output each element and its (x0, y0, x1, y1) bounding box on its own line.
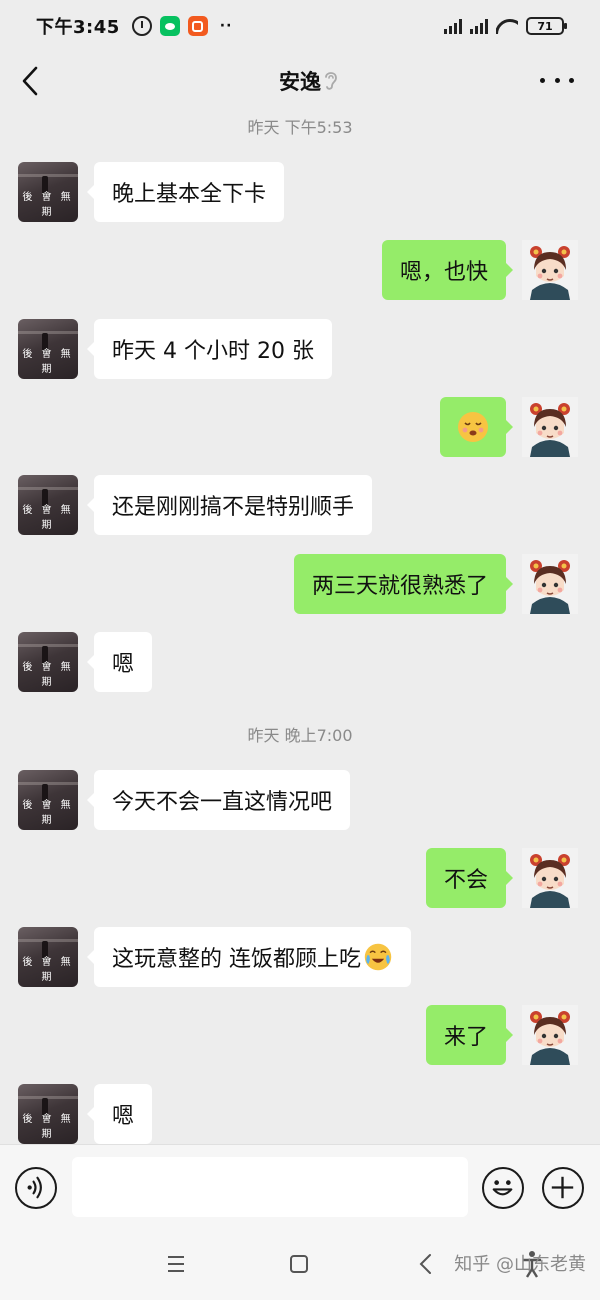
message-row-sent (0, 397, 600, 459)
message-text: 不会 (443, 868, 488, 893)
contact-avatar[interactable]: 後 會 無 期 (18, 162, 78, 222)
contact-avatar[interactable]: 後 會 無 期 (18, 475, 78, 535)
avatar-horizon (18, 487, 78, 490)
message-row-received: 後 會 無 期 嗯 (0, 632, 600, 694)
dot-icon (554, 77, 560, 83)
message-text: 嗯，也快 (399, 260, 488, 285)
user-avatar[interactable] (522, 397, 578, 457)
timestamp: 昨天 下午5:53 (247, 118, 353, 137)
user-avatar[interactable] (522, 848, 578, 908)
message-row-sent: 两三天就很熟悉了 (0, 554, 600, 616)
avatar-caption: 後 會 無 期 (22, 349, 74, 375)
chat-title: 安逸 (279, 70, 321, 94)
user-avatar[interactable] (522, 1005, 578, 1065)
avatar-caption: 後 會 無 期 (22, 1114, 74, 1140)
message-row-received: 後 會 無 期 这玩意整的 连饭都顾上吃 (0, 927, 600, 989)
earpiece-mode-icon (325, 72, 337, 90)
user-avatar[interactable] (522, 554, 578, 614)
message-bubble-received[interactable]: 还是刚刚搞不是特别顺手 (86, 475, 373, 535)
watermark-text: 知乎 @山东老黄 (454, 1254, 586, 1275)
message-text: 昨天 4 个小时 20 张 (112, 339, 314, 364)
avatar-caption: 後 會 無 期 (22, 192, 74, 218)
message-bubble-sent[interactable] (440, 397, 513, 457)
message-text: 嗯 (112, 1104, 135, 1129)
dot-icon (569, 77, 574, 83)
message-text: 今天不会一直这情况吧 (112, 790, 333, 815)
app-notification-icon (187, 16, 208, 36)
contact-avatar[interactable]: 後 會 無 期 (18, 927, 78, 987)
message-text: 还是刚刚搞不是特别顺手 (112, 495, 355, 520)
more-functions-button[interactable] (542, 1167, 584, 1209)
dot-icon (540, 77, 545, 83)
message-text: 这玩意整的 连饭都顾上吃 (112, 947, 361, 972)
shushing-face-icon (458, 412, 488, 442)
system-navigation-bar: 知乎 @山东老黄 (0, 1228, 600, 1300)
avatar-caption: 後 會 無 期 (22, 800, 74, 826)
message-bubble-received[interactable]: 嗯 (86, 632, 153, 692)
message-text: 嗯 (112, 652, 135, 677)
contact-avatar[interactable]: 後 會 無 期 (18, 770, 78, 830)
message-row-received: 後 會 無 期 还是刚刚搞不是特别顺手 (0, 475, 600, 537)
plus-icon (551, 1176, 574, 1199)
status-bar: 下午3:45 ·· 71 (0, 0, 600, 52)
avatar-horizon (18, 644, 78, 647)
signal-icon-2 (470, 18, 488, 34)
status-time: 下午3:45 (36, 17, 120, 38)
message-bubble-sent[interactable]: 来了 (425, 1005, 514, 1065)
message-bubble-received[interactable]: 今天不会一直这情况吧 (86, 770, 351, 830)
alarm-icon (131, 16, 152, 36)
avatar-horizon (18, 174, 78, 177)
contact-avatar[interactable]: 後 會 無 期 (18, 1084, 78, 1144)
contact-avatar[interactable]: 後 會 無 期 (18, 319, 78, 379)
avatar-caption: 後 會 無 期 (22, 505, 74, 531)
avatar-horizon (18, 939, 78, 942)
wifi-icon (496, 18, 518, 34)
voice-icon (27, 1176, 42, 1199)
message-bubble-received[interactable]: 晚上基本全下卡 (86, 162, 285, 222)
message-bubble-sent[interactable]: 嗯，也快 (381, 240, 514, 300)
message-row-received: 後 會 無 期 昨天 4 个小时 20 张 (0, 319, 600, 381)
crying-laughing-face-icon (364, 943, 392, 971)
message-row-received: 後 會 無 期 今天不会一直这情况吧 (0, 770, 600, 832)
contact-avatar[interactable]: 後 會 無 期 (18, 632, 78, 692)
voice-button[interactable] (15, 1167, 57, 1209)
avatar-caption: 後 會 無 期 (22, 957, 74, 983)
signal-icon-1 (444, 18, 462, 34)
message-row-received: 後 會 無 期 嗯 (0, 1084, 600, 1144)
message-row-sent: 不会 (0, 848, 600, 910)
home-icon[interactable] (283, 1248, 315, 1280)
timestamp: 昨天 晚上7:00 (247, 726, 353, 745)
avatar-horizon (18, 782, 78, 785)
chat-message-list[interactable]: 昨天 下午5:53 昨天 晚上7:00 後 會 無 期 晚上基本全下卡 嗯，也快 (0, 110, 600, 1144)
message-bubble-sent[interactable]: 两三天就很熟悉了 (293, 554, 514, 614)
battery-icon: 71 (526, 17, 567, 35)
more-notifications-indicator: ·· (219, 18, 233, 34)
emoji-button[interactable] (482, 1167, 524, 1209)
message-row-received: 後 會 無 期 晚上基本全下卡 (0, 162, 600, 224)
more-options-button[interactable] (540, 68, 574, 92)
message-input[interactable] (72, 1157, 468, 1217)
message-row-sent: 来了 (0, 1005, 600, 1067)
message-text: 来了 (443, 1025, 488, 1050)
nav-back-icon[interactable] (410, 1248, 442, 1280)
message-bubble-received[interactable]: 嗯 (86, 1084, 153, 1144)
message-text: 晚上基本全下卡 (112, 182, 267, 207)
message-row-sent: 嗯，也快 (0, 240, 600, 302)
message-bubble-received[interactable]: 昨天 4 个小时 20 张 (87, 319, 332, 379)
system-status-icons: 71 (444, 17, 567, 35)
input-bar (0, 1144, 600, 1228)
avatar-horizon (18, 331, 78, 334)
battery-level: 71 (537, 19, 553, 33)
message-bubble-received[interactable]: 这玩意整的 连饭都顾上吃 (87, 927, 411, 987)
wechat-notification-icon (159, 16, 180, 36)
smiley-icon (492, 1180, 513, 1196)
user-avatar[interactable] (522, 240, 578, 300)
avatar-horizon (18, 1096, 78, 1099)
message-bubble-sent[interactable]: 不会 (425, 848, 514, 908)
chat-header: 安逸 (0, 52, 600, 110)
message-text: 两三天就很熟悉了 (311, 574, 488, 599)
recent-apps-icon[interactable] (160, 1248, 192, 1280)
notification-icons: ·· (131, 16, 233, 36)
avatar-caption: 後 會 無 期 (22, 662, 74, 688)
